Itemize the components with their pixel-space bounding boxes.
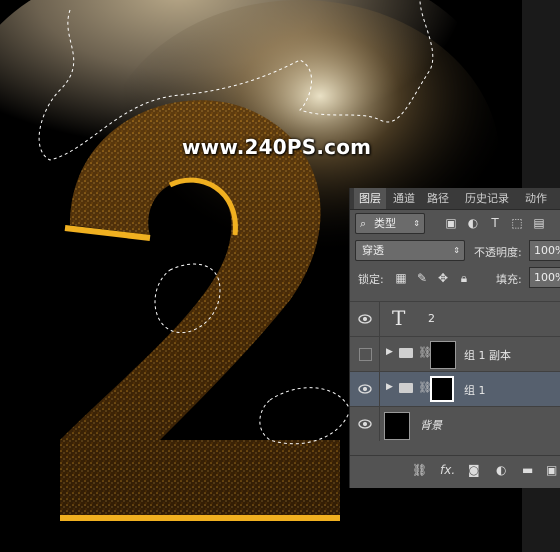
adjustment-icon[interactable]: ◐ xyxy=(496,463,506,477)
filter-row: ⌕ 类型 ⇕ ▣ ◐ T ⬚ ▤ xyxy=(350,212,560,236)
panel-tab-bar: 图层 通道 路径 历史记录 动作 xyxy=(350,188,560,210)
layer-name: 组 1 xyxy=(464,384,486,397)
layers-panel-footer: ⛓ fx. ◙ ◐ ▬ ▣ xyxy=(350,455,560,488)
lock-position-icon[interactable]: ✥ xyxy=(436,271,450,285)
watermark-text: www.240PS.com xyxy=(182,135,372,159)
filter-kind-label: 类型 xyxy=(374,217,396,230)
layer-text-2[interactable]: T 2 xyxy=(350,301,560,336)
folder-icon xyxy=(399,383,413,393)
filter-kind-select[interactable]: ⌕ 类型 ⇕ xyxy=(355,213,425,234)
tab-layers[interactable]: 图层 xyxy=(354,188,386,209)
visibility-toggle-empty[interactable] xyxy=(359,348,372,361)
lock-pixels-icon[interactable]: ✎ xyxy=(415,271,429,285)
chevron-updown-icon: ⇕ xyxy=(453,246,460,255)
layer-thumbnail xyxy=(384,412,410,440)
text-layer-icon: T xyxy=(392,306,406,330)
lock-label: 锁定: xyxy=(358,273,384,286)
folder-icon xyxy=(399,348,413,358)
opacity-input[interactable]: 100% xyxy=(529,240,560,261)
blend-mode-label: 穿透 xyxy=(362,244,384,257)
lock-row: 锁定: ▦ ✎ ✥ 🔒︎ 填充: 100% xyxy=(350,266,560,290)
tab-actions[interactable]: 动作 xyxy=(520,188,552,209)
type-filter-icon[interactable]: T xyxy=(488,216,502,230)
eye-icon[interactable] xyxy=(358,383,372,395)
new-layer-icon[interactable]: ▣ xyxy=(546,463,557,477)
blend-mode-select[interactable]: 穿透 ⇕ xyxy=(355,240,465,261)
layer-name: 2 xyxy=(428,312,435,325)
lock-all-icon[interactable]: 🔒︎ xyxy=(457,271,471,285)
fill-label: 填充: xyxy=(496,273,522,286)
adjustment-filter-icon[interactable]: ◐ xyxy=(466,216,480,230)
layer-name: 组 1 副本 xyxy=(464,349,511,362)
lock-transparency-icon[interactable]: ▦ xyxy=(394,271,408,285)
layer-group-1[interactable]: ▶ ⛓ 组 1 xyxy=(350,371,560,406)
eye-icon[interactable] xyxy=(358,418,372,430)
layers-panel: 图层 通道 路径 历史记录 动作 ⌕ 类型 ⇕ ▣ ◐ T ⬚ ▤ 穿透 ⇕ 不… xyxy=(349,188,560,488)
eye-icon[interactable] xyxy=(358,313,372,325)
disclosure-triangle-icon[interactable]: ▶ xyxy=(386,347,393,357)
layer-mask-thumbnail xyxy=(430,341,456,369)
search-icon: ⌕ xyxy=(360,217,367,230)
tab-channels[interactable]: 通道 xyxy=(388,188,420,209)
smart-object-filter-icon[interactable]: ▤ xyxy=(532,216,546,230)
layer-mask-thumbnail xyxy=(430,376,454,402)
layer-name: 背景 xyxy=(420,419,442,432)
fill-input[interactable]: 100% xyxy=(529,267,560,288)
pixel-filter-icon[interactable]: ▣ xyxy=(444,216,458,230)
mask-icon[interactable]: ◙ xyxy=(468,463,480,477)
disclosure-triangle-icon[interactable]: ▶ xyxy=(386,382,393,392)
link-icon[interactable]: ⛓ xyxy=(412,463,427,477)
tab-history[interactable]: 历史记录 xyxy=(460,188,514,209)
folder-icon[interactable]: ▬ xyxy=(522,463,533,477)
blend-row: 穿透 ⇕ 不透明度: 100% xyxy=(350,239,560,263)
shape-filter-icon[interactable]: ⬚ xyxy=(510,216,524,230)
layer-background[interactable]: 背景 xyxy=(350,406,560,443)
tab-paths[interactable]: 路径 xyxy=(422,188,454,209)
chevron-updown-icon: ⇕ xyxy=(413,219,420,228)
opacity-label: 不透明度: xyxy=(474,246,522,259)
layer-group-1-copy[interactable]: ▶ ⛓ 组 1 副本 xyxy=(350,336,560,371)
fx-icon[interactable]: fx. xyxy=(440,463,455,477)
